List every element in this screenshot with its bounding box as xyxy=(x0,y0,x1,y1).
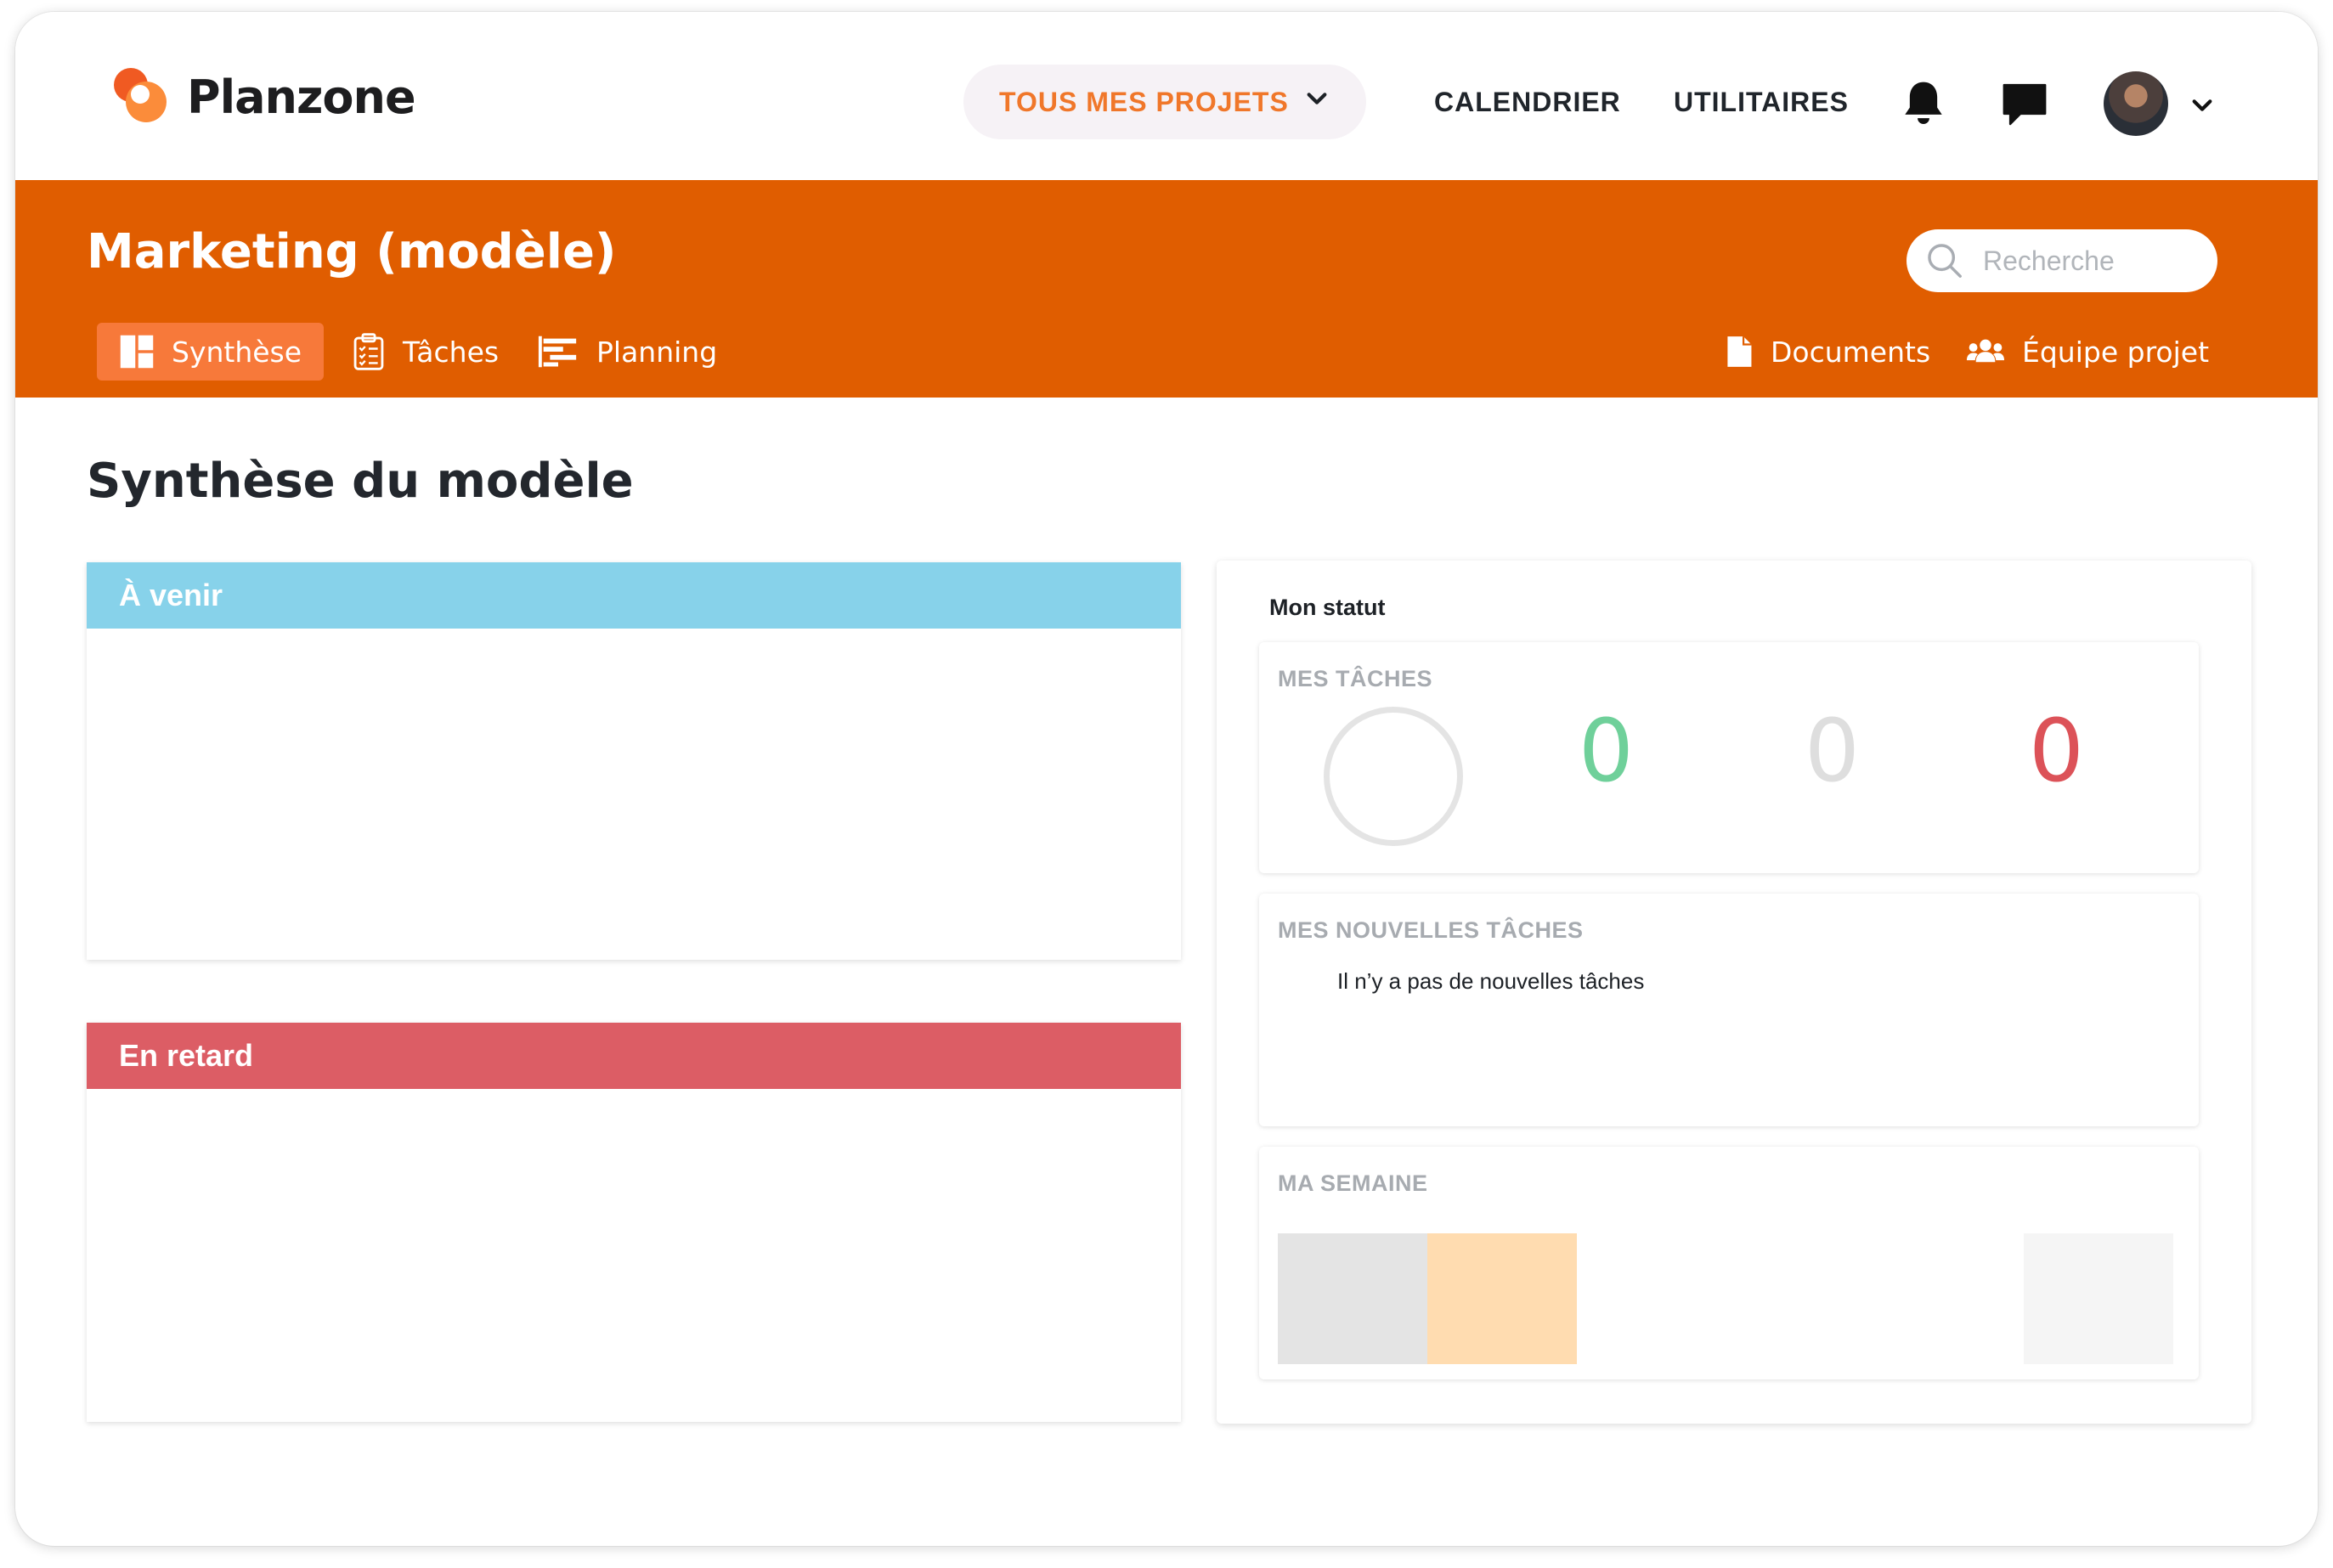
avatar[interactable] xyxy=(2104,71,2168,136)
tab-documents[interactable]: Documents xyxy=(1725,323,1930,381)
week-bar-segment xyxy=(1278,1233,1427,1364)
chat-icon[interactable] xyxy=(2000,80,2049,129)
all-projects-dropdown[interactable]: TOUS MES PROJETS xyxy=(963,65,1366,139)
my-tasks-title: MES TÂCHES xyxy=(1278,666,1433,691)
my-tasks-widget: MES TÂCHES 0 0 0 xyxy=(1259,642,2199,873)
week-bar-segment xyxy=(1427,1233,1577,1364)
upcoming-panel: À venir xyxy=(87,562,1181,960)
clipboard-icon xyxy=(353,333,384,370)
tab-taches[interactable]: Tâches xyxy=(352,323,499,381)
chevron-down-icon[interactable] xyxy=(2190,93,2214,117)
new-tasks-empty-message: Il n’y a pas de nouvelles tâches xyxy=(1337,968,1645,994)
week-bars xyxy=(1278,1233,2173,1364)
logo[interactable]: Planzone xyxy=(110,66,416,127)
document-icon xyxy=(1727,336,1752,367)
app-window: Planzone TOUS MES PROJETS CALENDRIER UTI… xyxy=(15,12,2318,1546)
project-header: Marketing (modèle) Recherche Synthèse Tâ… xyxy=(15,180,2318,398)
late-panel-title: En retard xyxy=(87,1023,1181,1089)
my-status-title: Mon statut xyxy=(1269,595,1386,620)
dashboard-icon xyxy=(120,335,154,369)
my-status-card: Mon statut MES TÂCHES 0 0 0 MES NOUVELLE… xyxy=(1217,561,2251,1424)
tasks-todo-count[interactable]: 0 xyxy=(1805,708,1860,795)
new-tasks-title: MES NOUVELLES TÂCHES xyxy=(1278,917,1584,943)
nav-utilities[interactable]: UTILITAIRES xyxy=(1674,87,1849,118)
page-title: Synthèse du modèle xyxy=(87,454,634,509)
tasks-late-count[interactable]: 0 xyxy=(2029,708,2084,795)
tab-synthese-label: Synthèse xyxy=(172,335,302,369)
my-week-widget: MA SEMAINE xyxy=(1259,1147,2199,1379)
gantt-icon xyxy=(538,336,577,368)
late-panel: En retard xyxy=(87,1023,1181,1422)
tasks-progress-ring xyxy=(1324,707,1463,846)
search-input[interactable]: Recherche xyxy=(1907,229,2217,292)
logo-text: Planzone xyxy=(187,70,416,124)
all-projects-label: TOUS MES PROJETS xyxy=(999,86,1289,117)
top-navigation: Planzone TOUS MES PROJETS CALENDRIER UTI… xyxy=(15,12,2318,180)
tab-taches-label: Tâches xyxy=(403,335,500,369)
project-title: Marketing (modèle) xyxy=(87,224,617,279)
tasks-done-count[interactable]: 0 xyxy=(1579,708,1634,795)
bell-icon[interactable] xyxy=(1900,78,1947,129)
tab-equipe-projet-label: Équipe projet xyxy=(2022,335,2210,369)
upcoming-panel-title: À venir xyxy=(87,562,1181,629)
tab-equipe-projet[interactable]: Équipe projet xyxy=(1966,323,2209,381)
tab-planning-label: Planning xyxy=(596,335,718,369)
tab-synthese[interactable]: Synthèse xyxy=(97,323,325,381)
new-tasks-widget: MES NOUVELLES TÂCHES Il n’y a pas de nou… xyxy=(1259,894,2199,1126)
planzone-logo-icon xyxy=(110,66,172,127)
search-placeholder: Recherche xyxy=(1983,245,2115,276)
week-bar-segment xyxy=(2024,1233,2173,1364)
nav-calendar[interactable]: CALENDRIER xyxy=(1434,87,1621,118)
search-icon xyxy=(1928,244,1962,278)
team-icon xyxy=(1966,339,2005,363)
tab-planning[interactable]: Planning xyxy=(537,323,717,381)
my-week-title: MA SEMAINE xyxy=(1278,1170,1428,1196)
tab-documents-label: Documents xyxy=(1771,335,1931,369)
chevron-down-icon xyxy=(1307,93,1327,104)
